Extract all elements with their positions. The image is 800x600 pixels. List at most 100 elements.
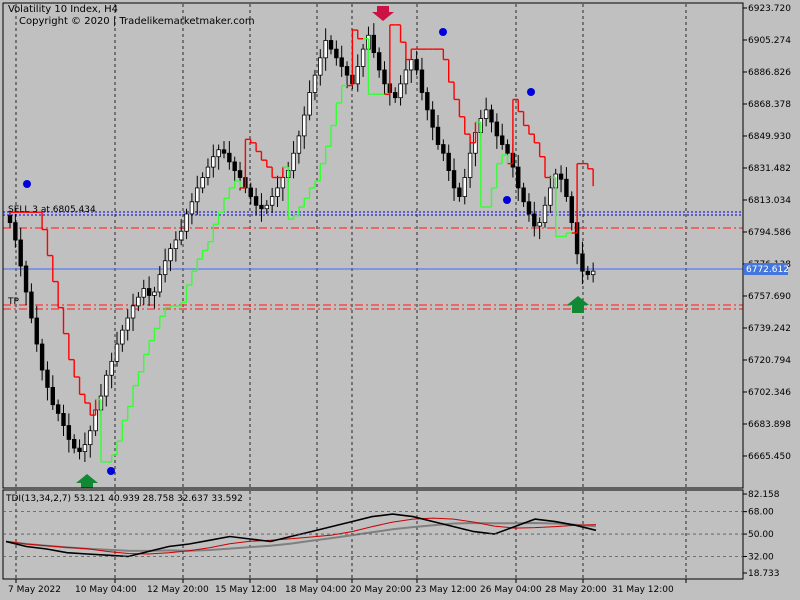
candle-body: [50, 386, 55, 406]
candle-body: [414, 59, 419, 71]
indicator-tick-label: 68.00: [748, 508, 774, 518]
candle-body: [259, 204, 264, 210]
tp-label: TP: [7, 297, 19, 307]
signal-dot: [527, 88, 535, 96]
candle-body: [371, 34, 376, 54]
price-axis: 6923.720 6905.274 6886.826 6868.378 6849.930…: [743, 4, 791, 462]
candle-body: [23, 265, 29, 293]
chart-canvas: Volatility 10 Index, H4 Copyright © 2020…: [0, 0, 800, 600]
candle-body: [516, 166, 521, 189]
copyright-label: Copyright © 2020 | Tradelikemarketmaker.…: [19, 16, 255, 27]
candle-body: [200, 177, 205, 189]
candle-body: [360, 48, 366, 67]
candle-body: [130, 305, 136, 319]
candle-body: [505, 144, 510, 154]
candle-body: [141, 288, 146, 298]
indicator-tick-label: 18.733: [748, 569, 780, 579]
candle-body: [275, 187, 280, 197]
candle-body: [409, 59, 414, 71]
candle-body: [232, 161, 237, 171]
candle-body: [430, 109, 435, 128]
price-tick-label: 6813.034: [748, 196, 791, 206]
candle-body: [521, 187, 526, 203]
candle-body: [392, 92, 398, 99]
candle-body: [318, 57, 323, 76]
candle-body: [39, 343, 45, 371]
candle-body: [109, 360, 114, 376]
time-tick-label: 26 May 04:00: [480, 585, 542, 595]
indicator-tick-label: 50.00: [748, 530, 774, 540]
price-tick-label: 6665.450: [748, 452, 791, 462]
price-tick-label: 6739.242: [748, 324, 791, 334]
signal-dot: [503, 196, 511, 204]
candle-body: [590, 270, 596, 276]
candle-body: [61, 413, 66, 426]
signal-dot: [107, 467, 115, 475]
time-tick-label: 20 May 20:00: [350, 585, 412, 595]
time-tick-label: 18 May 04:00: [285, 585, 347, 595]
indicator-label: TDI(13,34,2,7) 53.121 40.939 28.758 32.6…: [5, 494, 243, 504]
candle-body: [462, 177, 467, 197]
time-tick-label: 28 May 20:00: [545, 585, 607, 595]
candle-body: [168, 248, 173, 262]
candle-body: [253, 196, 259, 206]
price-tick-label: 6683.898: [748, 420, 791, 430]
price-tick-label: 6702.346: [748, 388, 791, 398]
candle-body: [34, 317, 39, 345]
candle-body: [403, 69, 409, 85]
candle-body: [489, 109, 494, 123]
candle-body: [382, 69, 387, 85]
candle-body: [136, 296, 141, 307]
candle-body: [237, 170, 243, 178]
candle-body: [548, 187, 553, 206]
candle-body: [451, 170, 457, 189]
candle-body: [483, 109, 489, 119]
candle-body: [344, 66, 350, 76]
candle-body: [227, 152, 232, 163]
price-tick-label: 6757.690: [748, 292, 791, 302]
signal-dot: [439, 28, 447, 36]
candle-body: [184, 213, 189, 232]
candle-body: [72, 439, 77, 449]
candle-body: [173, 239, 179, 250]
candle-body: [248, 187, 253, 197]
candle-body: [195, 187, 200, 203]
price-tick-label: 6831.482: [748, 164, 791, 174]
candle-body: [7, 215, 13, 224]
candle-body: [280, 177, 286, 189]
candle-body: [146, 288, 152, 296]
candle-body: [216, 149, 221, 158]
price-tick-label: 6923.720: [748, 4, 791, 14]
candle-body: [334, 48, 339, 59]
time-tick-label: 23 May 12:00: [415, 585, 477, 595]
candle-body: [435, 126, 441, 145]
candle-body: [457, 187, 462, 197]
candle-body: [532, 213, 537, 227]
candle-body: [13, 222, 18, 241]
candle-body: [569, 196, 574, 224]
candle-body: [120, 329, 125, 345]
candle-body: [339, 57, 344, 67]
time-tick-label: 7 May 2022: [8, 585, 61, 595]
candle-body: [558, 173, 564, 180]
price-tick-label: 6720.794: [748, 356, 791, 366]
candle-body: [221, 149, 227, 154]
candle-body: [29, 291, 34, 319]
price-tick-label: 6849.930: [748, 132, 791, 142]
candle-body: [264, 204, 269, 210]
candle-body: [398, 83, 403, 99]
candle-body: [55, 404, 61, 414]
price-tick-label: 6868.378: [748, 100, 791, 110]
candle-body: [157, 274, 162, 293]
trade-label: SELL 3 at 6805.434: [8, 205, 96, 215]
candle-body: [162, 260, 168, 276]
time-tick-label: 15 May 12:00: [215, 585, 277, 595]
candle-body: [542, 204, 548, 224]
candle-body: [441, 144, 446, 154]
symbol-label: Volatility 10 Index, H4: [8, 4, 118, 15]
candle-body: [580, 253, 585, 272]
candle-body: [88, 430, 93, 446]
price-tick-label: 6794.586: [748, 228, 791, 238]
candle-body: [269, 196, 275, 206]
candle-body: [77, 447, 82, 452]
